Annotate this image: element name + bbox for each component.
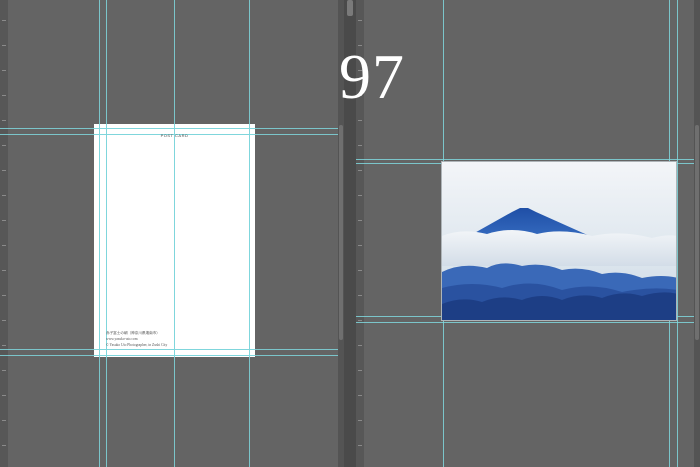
photo-frame[interactable]: [441, 161, 677, 321]
page-number: 97: [339, 41, 405, 112]
left-page-pane[interactable]: POST CARD 赤子富士の朝（神奈川県湘南市） www.yasuko-uto…: [0, 0, 344, 467]
divider-handle[interactable]: [347, 0, 353, 16]
postcard-page[interactable]: POST CARD 赤子富士の朝（神奈川県湘南市） www.yasuko-uto…: [94, 124, 255, 357]
right-vertical-scrollbar[interactable]: [694, 0, 700, 467]
copyright-line: © Yasuko Uto Photographer, in Zushi City: [106, 343, 168, 347]
website-url: www.yasuko-uto.com: [106, 337, 138, 341]
mount-fuji-photo: [442, 162, 676, 320]
horizontal-guide[interactable]: [356, 322, 700, 323]
right-scrollbar-thumb[interactable]: [695, 125, 699, 340]
left-vertical-ruler[interactable]: [0, 0, 8, 467]
left-scrollbar-thumb[interactable]: [339, 125, 343, 340]
photo-caption: 赤子富士の朝（神奈川県湘南市）: [106, 331, 160, 335]
postcard-title: POST CARD: [160, 133, 189, 138]
vertical-guide[interactable]: [677, 0, 678, 467]
horizontal-guide[interactable]: [356, 159, 700, 160]
